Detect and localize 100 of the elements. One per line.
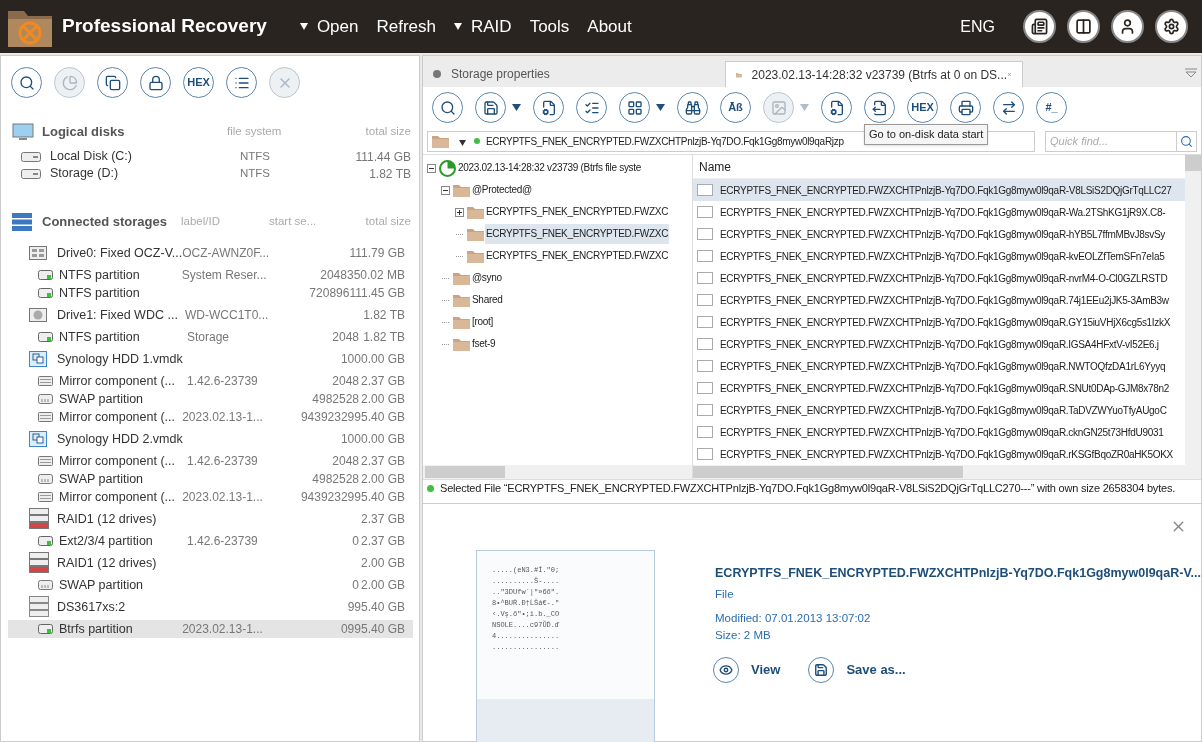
file-icon [697, 316, 713, 328]
expand-toggle[interactable] [454, 207, 464, 217]
list-button[interactable] [226, 67, 257, 98]
settings-button[interactable] [1155, 10, 1188, 43]
tree-item[interactable]: ECRYPTFS_FNEK_ENCRYPTED.FWZXC [485, 246, 670, 266]
horizontal-scrollbar[interactable] [423, 465, 692, 479]
partition-row[interactable]: NTFS partition Storage 2048 1.82 TB [8, 328, 413, 346]
storage-row[interactable]: RAID1 (12 drives) 2.37 GB [8, 506, 413, 532]
partition-row[interactable]: Mirror component (... 2023.02.13-1... 9439232995.40 GB [8, 488, 413, 506]
file-settings-button[interactable] [533, 92, 564, 123]
monitor-icon [12, 123, 34, 141]
menu-item[interactable]: Open [290, 8, 368, 45]
tree-item[interactable]: [root] [471, 312, 494, 332]
text-tool-button[interactable]: #_ [1036, 92, 1067, 123]
grid-button[interactable] [619, 92, 650, 123]
storage-row[interactable]: Drive0: Fixed OCZ-V...OCZ-AWNZ0F... 111.79 GB [8, 240, 413, 266]
folder-icon [466, 249, 484, 263]
lock-button[interactable] [140, 67, 171, 98]
export-button[interactable] [993, 92, 1024, 123]
user-button[interactable] [1111, 10, 1144, 43]
language-button[interactable]: ENG [960, 14, 995, 39]
printer-button[interactable] [950, 92, 981, 123]
tree-item[interactable]: ECRYPTFS_FNEK_ENCRYPTED.FWZXC [485, 224, 670, 244]
partition-row[interactable]: NTFS partition System Reser... 2048350.02 MB [8, 266, 413, 284]
hex-button[interactable]: HEX [183, 67, 214, 98]
text-tool-button[interactable]: HEX [907, 92, 938, 123]
storage-name: SWAP partition [59, 390, 145, 408]
storage-name: NTFS partition [59, 328, 141, 346]
file-row[interactable]: ECRYPTFS_FNEK_ENCRYPTED.FWZXCHTPnlzjB-Yq7DO.Fqk1Gg8myw0l9qaR.TaDVZWYuoTfyAUgoC [693, 399, 1185, 421]
file-gear-button[interactable] [821, 92, 852, 123]
file-row[interactable]: ECRYPTFS_FNEK_ENCRYPTED.FWZXCHTPnlzjB-Yq7DO.Fqk1Gg8myw0l9qaR.cknGN25t73HfdU9031 [693, 421, 1185, 443]
tree-item[interactable]: 2023.02.13-14:28:32 v23739 (Btrfs file syste [457, 158, 643, 178]
vertical-scrollbar[interactable] [1185, 155, 1201, 479]
text-tool-button[interactable]: Āß [720, 92, 751, 123]
file-icon [697, 338, 713, 350]
tree-item[interactable]: @Protected@ [471, 180, 533, 200]
tree-item[interactable]: Shared [471, 290, 504, 310]
storage-row[interactable]: DS3617xs:2 995.40 GB [8, 594, 413, 620]
file-row[interactable]: ECRYPTFS_FNEK_ENCRYPTED.FWZXCHTPnlzjB-Yq7DO.Fqk1Gg8myw0l9qaR-hYB5L7ffmMBvJ8svSy [693, 223, 1185, 245]
tab[interactable]: 2023.02.13-14:28:32 v23739 (Btrfs at 0 on DS... [725, 61, 1023, 87]
partition-row[interactable]: SWAP partition 4982528 2.00 GB [8, 390, 413, 408]
caret-icon[interactable] [656, 104, 665, 111]
partition-row[interactable]: Btrfs partition 2023.02.13-1... 0995.40 GB [8, 620, 413, 638]
folder-icon [466, 227, 484, 241]
search-icon[interactable] [1180, 134, 1193, 148]
storage-row[interactable]: Synology HDD 1.vmdk 1000.00 GB [8, 346, 413, 372]
file-row[interactable]: ECRYPTFS_FNEK_ENCRYPTED.FWZXCHTPnlzjB-Yq7DO.Fqk1Gg8myw0l9qaR.GY15iuVHjX6cg5s1IzkX [693, 311, 1185, 333]
binoculars-button[interactable] [677, 92, 708, 123]
file-row[interactable]: ECRYPTFS_FNEK_ENCRYPTED.FWZXCHTPnlzjB-Yq7DO.Fqk1Gg8myw0l9qaR-Wa.2TShKG1jR9X.C8- [693, 201, 1185, 223]
total-size: 995.40 GB [347, 621, 405, 638]
partition-row[interactable]: SWAP partition 4982528 2.00 GB [8, 470, 413, 488]
horizontal-scrollbar[interactable] [693, 465, 1185, 479]
menu-item[interactable]: Refresh [367, 8, 445, 45]
tree-item[interactable]: ECRYPTFS_FNEK_ENCRYPTED.FWZXC [485, 202, 670, 222]
partition-row[interactable]: Mirror component (... 1.42.6-23739 2048 2.37 GB [8, 452, 413, 470]
quick-find-input[interactable]: Quick find... [1046, 132, 1176, 150]
folder-icon [452, 293, 470, 307]
file-row[interactable]: ECRYPTFS_FNEK_ENCRYPTED.FWZXCHTPnlzjB-Yq7DO.Fqk1Gg8myw0l9qaR.rKSGfBqoZR0aHK5OKX [693, 443, 1185, 465]
caret-icon[interactable] [512, 104, 521, 111]
menu-item[interactable]: RAID [445, 8, 521, 45]
partition-row[interactable]: Ext2/3/4 partition 1.42.6-23739 0 2.37 GB [8, 532, 413, 550]
partition-row[interactable]: Mirror component (... 2023.02.13-1... 9439232995.40 GB [8, 408, 413, 426]
logical-disk-row[interactable]: Storage (D:) NTFS 1.82 TB [1, 165, 419, 182]
file-title: ECRYPTFS_FNEK_ENCRYPTED.FWZXCHTPnlzjB-Yq7DO.Fqk1Gg8myw0l9qaR-V... [715, 565, 1201, 582]
file-row[interactable]: ECRYPTFS_FNEK_ENCRYPTED.FWZXCHTPnlzjB-Yq7DO.Fqk1Gg8myw0l9qaR.IGSA4HFxtV-vI52E6.j [693, 333, 1185, 355]
menu-item[interactable]: Tools [520, 8, 579, 45]
copy-button[interactable] [97, 67, 128, 98]
log-button[interactable] [1023, 10, 1056, 43]
tree-item[interactable]: fset-9 [471, 334, 497, 354]
quick-find-field[interactable]: Quick find... [1045, 130, 1197, 152]
tab-menu-icon[interactable] [1185, 68, 1197, 78]
save-as-button[interactable]: Save as... [808, 656, 906, 683]
collapse-toggle[interactable] [440, 185, 450, 195]
storage-row[interactable]: Synology HDD 2.vmdk 1000.00 GB [8, 426, 413, 452]
file-row[interactable]: ECRYPTFS_FNEK_ENCRYPTED.FWZXCHTPnlzjB-Yq7DO.Fqk1Gg8myw0l9qaR.NWTOQfzDA1rL6Yyyq [693, 355, 1185, 377]
file-row[interactable]: ECRYPTFS_FNEK_ENCRYPTED.FWZXCHTPnlzjB-Yq7DO.Fqk1Gg8myw0l9qaR.SNUt0DAp-GJM8x78n2 [693, 377, 1185, 399]
storage-row[interactable]: Drive1: Fixed WDC ... WD-WCC1T0... 1.82 TB [8, 302, 413, 328]
tree-item[interactable]: @syno [471, 268, 503, 288]
logical-disk-row[interactable]: Local Disk (C:) NTFS 111.44 GB [1, 148, 419, 165]
total-size: 1000.00 GB [340, 351, 405, 368]
partition-row[interactable]: NTFS partition 720896111.45 GB [8, 284, 413, 302]
file-row[interactable]: ECRYPTFS_FNEK_ENCRYPTED.FWZXCHTPnlzjB-Yq7DO.Fqk1Gg8myw0l9qaR-kvEOLZfTemSFn7eIa5 [693, 245, 1185, 267]
file-row[interactable]: ECRYPTFS_FNEK_ENCRYPTED.FWZXCHTPnlzjB-Yq7DO.Fqk1Gg8myw0l9qaR-nvrM4-O-Cl0GZLRSTD [693, 267, 1185, 289]
view-button[interactable]: View [713, 656, 781, 683]
file-row[interactable]: ECRYPTFS_FNEK_ENCRYPTED.FWZXCHTPnlzjB-Yq7DO.Fqk1Gg8myw0l9qaR.74j1EEu2jJK5-3AmB3w [693, 289, 1185, 311]
partition-row[interactable]: Mirror component (... 1.42.6-23739 2048 2.37 GB [8, 372, 413, 390]
partition-row[interactable]: SWAP partition 0 2.00 GB [8, 576, 413, 594]
checklist-button[interactable] [576, 92, 607, 123]
save-button[interactable] [475, 92, 506, 123]
storage-row[interactable]: RAID1 (12 drives) 2.00 GB [8, 550, 413, 576]
panel-button[interactable] [1067, 10, 1100, 43]
collapse-toggle[interactable] [426, 163, 436, 173]
menu-item[interactable]: About [578, 8, 641, 45]
start-sector: 4982528 [312, 471, 359, 488]
search-button[interactable] [11, 67, 42, 98]
file-jump-button[interactable] [864, 92, 895, 123]
search-button[interactable] [432, 92, 463, 123]
total-size: 350.02 MB [346, 267, 405, 284]
tab[interactable]: Storage properties [423, 61, 725, 87]
file-row[interactable]: ECRYPTFS_FNEK_ENCRYPTED.FWZXCHTPnlzjB-Yq7DO.Fqk1Gg8myw0l9qaR-V8LSiS2DQjGrTqLLC27 [693, 179, 1185, 201]
